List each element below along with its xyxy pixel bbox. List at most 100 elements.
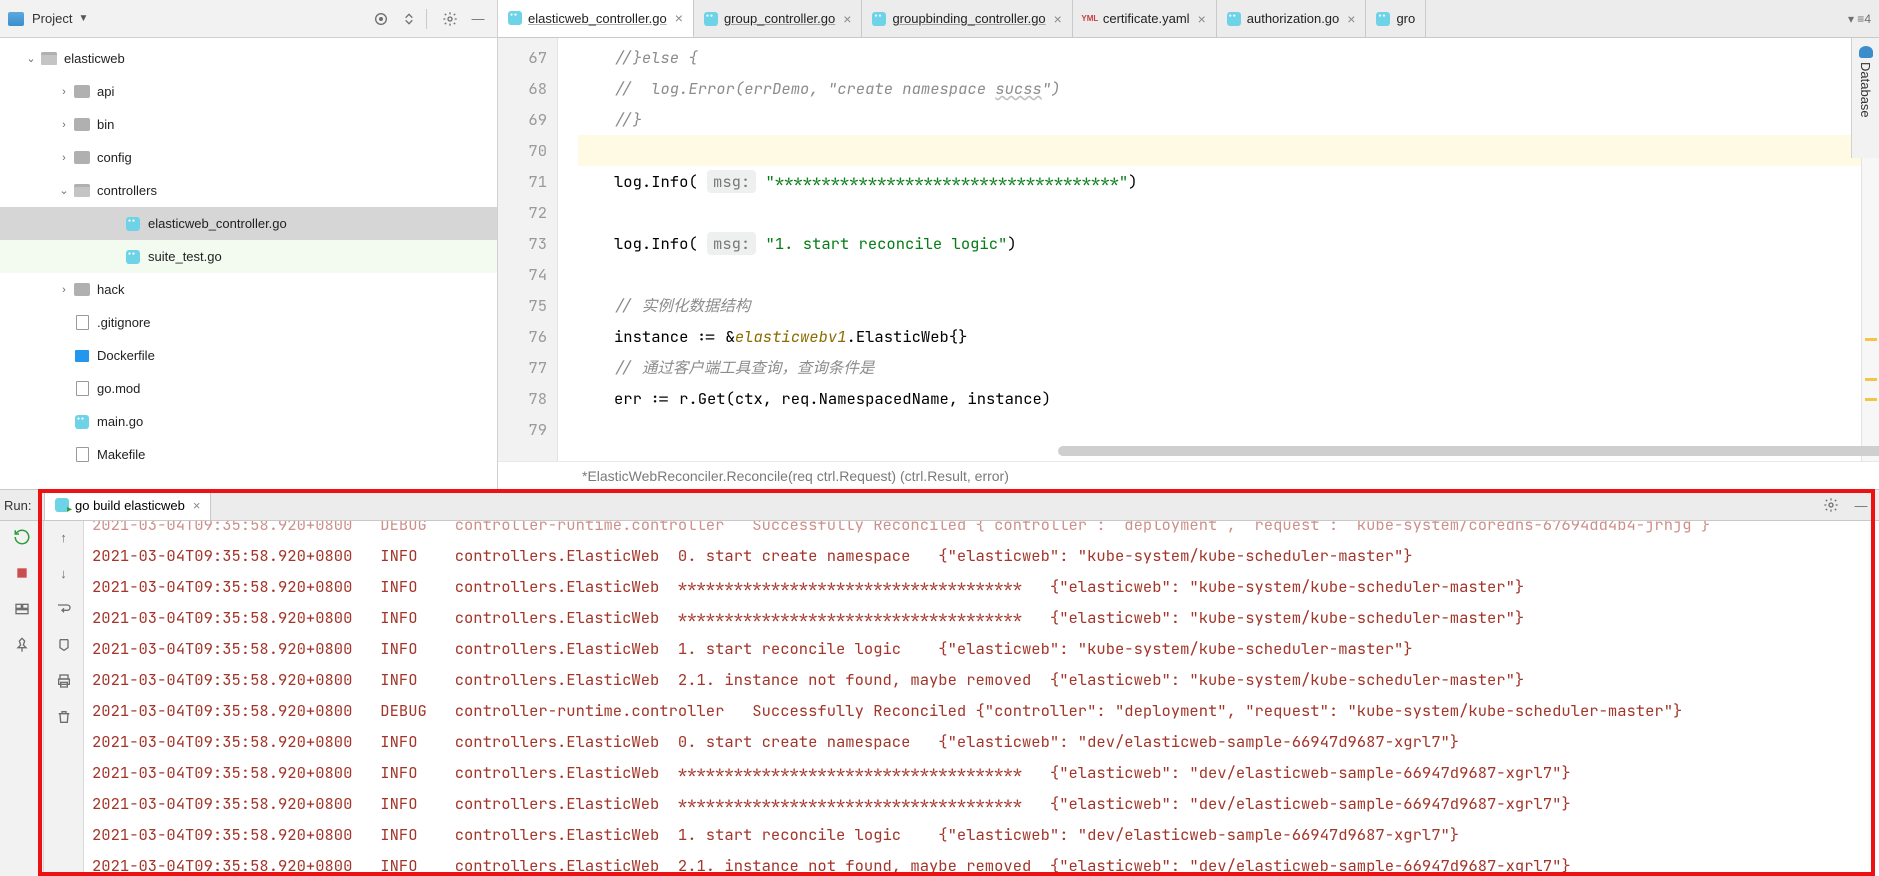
log-line: 2021-03-04T09:35:58.920+0800 INFO contro… xyxy=(92,633,1871,664)
line-gutter: 67686970717273747576777879 xyxy=(498,38,558,461)
run-hide-icon[interactable]: — xyxy=(1849,493,1873,517)
editor-tabs: elasticweb_controller.go×group_controlle… xyxy=(498,0,1879,38)
code-line-79[interactable] xyxy=(578,414,1861,445)
project-icon xyxy=(8,12,24,26)
up-icon[interactable]: ↑ xyxy=(54,527,74,547)
tab-label: group_controller.go xyxy=(724,11,835,26)
close-icon[interactable]: × xyxy=(1054,11,1062,27)
folder-row-controllers[interactable]: ⌄controllers xyxy=(0,174,497,207)
tree-item-label: elasticweb_controller.go xyxy=(148,216,287,231)
code-line-67[interactable]: //}else { xyxy=(578,42,1861,73)
go-file-icon xyxy=(704,12,718,26)
log-line: 2021-03-04T09:35:58.920+0800 INFO contro… xyxy=(92,788,1871,819)
editor-tab-group-controller-go[interactable]: group_controller.go × xyxy=(694,0,863,37)
project-title[interactable]: Project xyxy=(32,11,72,26)
settings-icon[interactable] xyxy=(439,8,461,30)
close-icon[interactable]: × xyxy=(1347,11,1355,27)
code-line-71[interactable]: log.Info( msg: "************************… xyxy=(578,166,1861,197)
code-line-68[interactable]: // log.Error(errDemo, "create namespace … xyxy=(578,73,1861,104)
database-tab-label: Database xyxy=(1858,62,1873,118)
soft-wrap-icon[interactable] xyxy=(54,599,74,619)
tree-item-label: Makefile xyxy=(97,447,145,462)
file-row-suite-test-go[interactable]: suite_test.go xyxy=(0,240,497,273)
go-file-icon xyxy=(73,413,91,431)
log-line: 2021-03-04T09:35:58.920+0800 DEBUG contr… xyxy=(92,695,1871,726)
code-line-78[interactable]: err := r.Get(ctx, req.NamespacedName, in… xyxy=(578,383,1861,414)
hide-icon[interactable]: — xyxy=(467,8,489,30)
file-icon xyxy=(73,380,91,398)
file-row-go-mod[interactable]: go.mod xyxy=(0,372,497,405)
close-icon[interactable]: × xyxy=(193,498,201,513)
editor-tab-groupbinding-controller-go[interactable]: groupbinding_controller.go× xyxy=(862,0,1072,37)
tree-item-label: Dockerfile xyxy=(97,348,155,363)
tab-label: authorization.go xyxy=(1247,11,1340,26)
expand-all-icon[interactable] xyxy=(398,8,420,30)
locate-icon[interactable] xyxy=(370,8,392,30)
go-file-icon xyxy=(124,215,142,233)
project-header: Project ▼ — xyxy=(0,0,497,38)
log-line: 2021-03-04T09:35:58.920+0800 INFO contro… xyxy=(92,819,1871,850)
editor-tab-certificate-yaml[interactable]: YMLcertificate.yaml× xyxy=(1073,0,1217,37)
breadcrumb[interactable]: *ElasticWebReconciler.Reconcile(req ctrl… xyxy=(498,461,1879,489)
print-icon[interactable] xyxy=(54,671,74,691)
folder-row-bin[interactable]: ›bin xyxy=(0,108,497,141)
log-line: 2021-03-04T09:35:58.920+0800 INFO contro… xyxy=(92,571,1871,602)
close-icon[interactable]: × xyxy=(675,10,683,26)
project-dropdown-icon[interactable]: ▼ xyxy=(78,13,88,24)
code-line-69[interactable]: //} xyxy=(578,104,1861,135)
editor-tab-gro[interactable]: gro xyxy=(1366,0,1426,37)
folder-row-elasticweb[interactable]: ⌄elasticweb xyxy=(0,42,497,75)
folder-row-config[interactable]: ›config xyxy=(0,141,497,174)
rerun-icon[interactable] xyxy=(12,527,32,547)
code-line-74[interactable] xyxy=(578,259,1861,290)
close-icon[interactable]: × xyxy=(843,11,851,27)
down-icon[interactable]: ↓ xyxy=(54,563,74,583)
folder-icon xyxy=(73,281,91,299)
layout-icon[interactable] xyxy=(12,599,32,619)
trash-icon[interactable] xyxy=(54,707,74,727)
run-left-toolbar xyxy=(0,521,44,876)
file-row-elasticweb-controller-go[interactable]: elasticweb_controller.go xyxy=(0,207,497,240)
folder-icon xyxy=(73,149,91,167)
pin-icon[interactable] xyxy=(12,635,32,655)
run-settings-icon[interactable] xyxy=(1819,493,1843,517)
tree-item-label: main.go xyxy=(97,414,143,429)
file-row-main-go[interactable]: main.go xyxy=(0,405,497,438)
code-line-77[interactable]: // 通过客户端工具查询，查询条件是 xyxy=(578,352,1861,383)
code-line-72[interactable] xyxy=(578,197,1861,228)
tree-item-label: go.mod xyxy=(97,381,140,396)
code-line-75[interactable]: // 实例化数据结构 xyxy=(578,290,1861,321)
editor-h-scrollbar[interactable] xyxy=(578,443,1719,459)
tree-item-label: suite_test.go xyxy=(148,249,222,264)
tab-overflow-icon[interactable]: ▾ ≡4 xyxy=(1840,0,1879,37)
tree-item-label: elasticweb xyxy=(64,51,125,66)
console-output[interactable]: 2021-03-04T09:35:58.920+0800 DEBUG contr… xyxy=(84,521,1879,876)
file-row-makefile[interactable]: Makefile xyxy=(0,438,497,471)
file-row--gitignore[interactable]: .gitignore xyxy=(0,306,497,339)
editor-tab-authorization-go[interactable]: authorization.go × xyxy=(1217,0,1367,37)
file-row-dockerfile[interactable]: Dockerfile xyxy=(0,339,497,372)
editor-tab-elasticweb-controller-go[interactable]: elasticweb_controller.go × xyxy=(498,0,694,38)
database-tool-tab[interactable]: Database xyxy=(1851,38,1879,158)
tree-item-label: controllers xyxy=(97,183,157,198)
code-editor[interactable]: //}else {// log.Error(errDemo, "create n… xyxy=(578,38,1861,461)
scroll-to-end-icon[interactable] xyxy=(54,635,74,655)
stop-icon[interactable] xyxy=(12,563,32,583)
folder-row-hack[interactable]: ›hack xyxy=(0,273,497,306)
run-mid-toolbar: ↑ ↓ xyxy=(44,521,84,876)
code-line-76[interactable]: instance := &elasticwebv1.ElasticWeb{} xyxy=(578,321,1861,352)
tab-label: elasticweb_controller.go xyxy=(528,11,667,26)
run-config-label: go build elasticweb xyxy=(75,498,185,513)
code-line-73[interactable]: log.Info( msg: "1. start reconcile logic… xyxy=(578,228,1861,259)
folder-row-api[interactable]: ›api xyxy=(0,75,497,108)
go-file-icon xyxy=(508,11,522,25)
tree-item-label: api xyxy=(97,84,114,99)
run-title: Run: xyxy=(0,498,44,513)
folder-icon xyxy=(40,50,58,68)
run-config-tab[interactable]: go build elasticweb × xyxy=(44,490,211,520)
code-line-70[interactable] xyxy=(578,135,1861,166)
folder-icon xyxy=(73,116,91,134)
close-icon[interactable]: × xyxy=(1198,11,1206,27)
database-icon xyxy=(1859,46,1873,58)
project-tree[interactable]: ⌄elasticweb›api›bin›config⌄controllers el… xyxy=(0,38,497,489)
